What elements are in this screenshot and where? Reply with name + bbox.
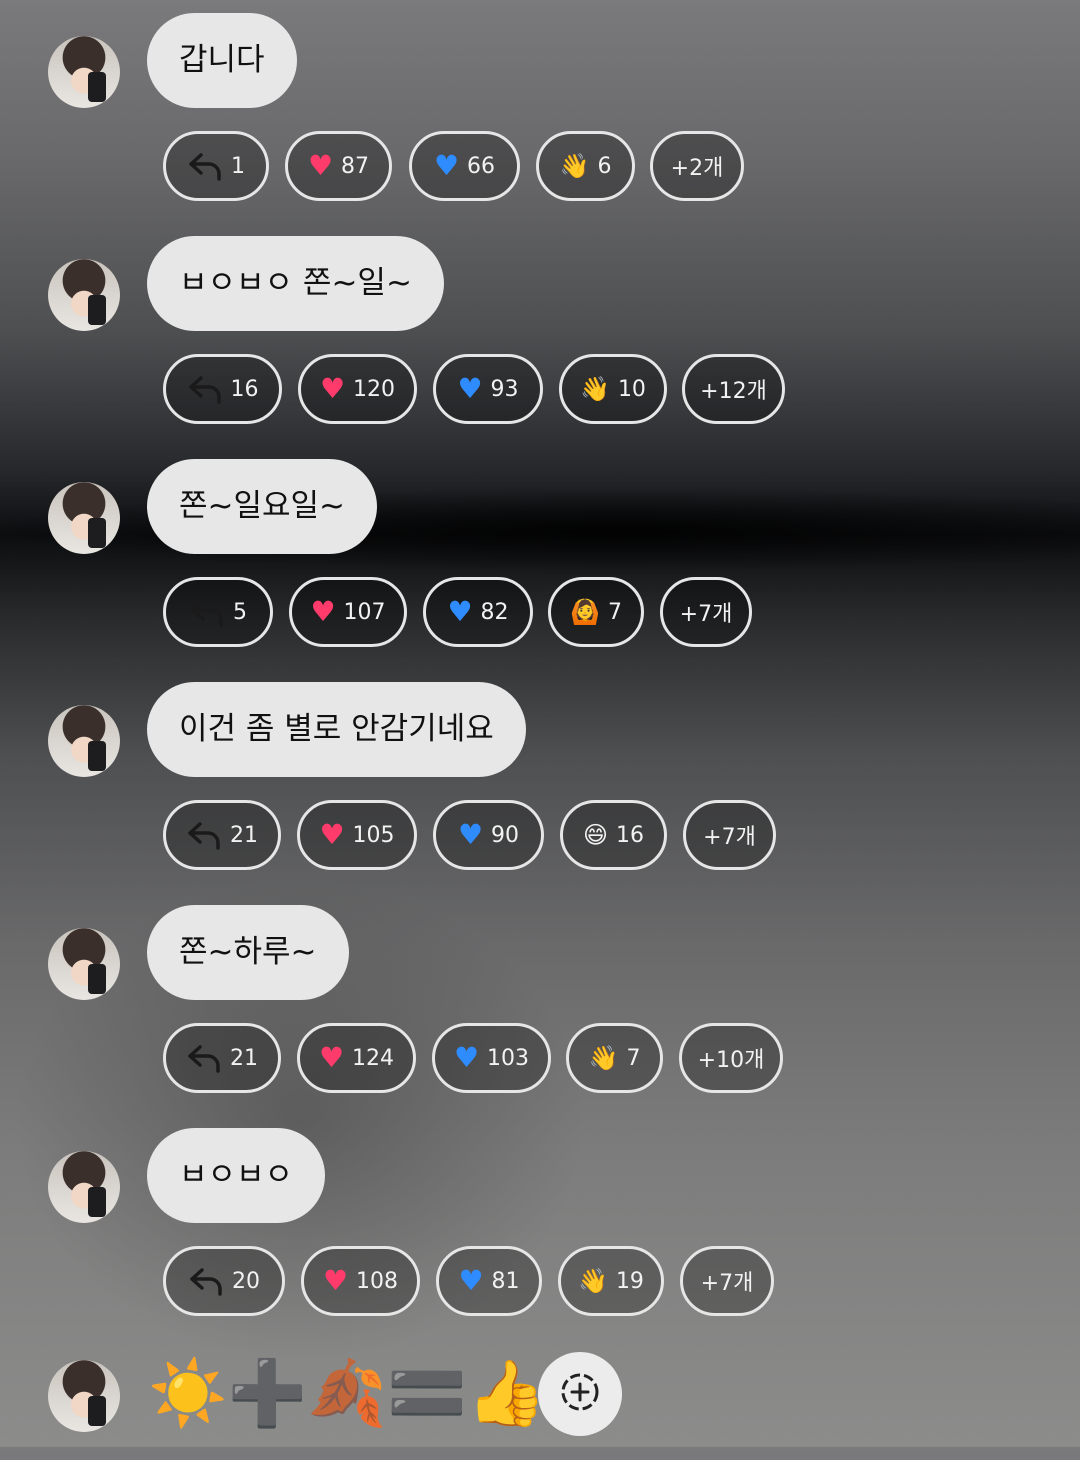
avatar[interactable]: [48, 705, 120, 777]
red-heart-icon: ♥: [319, 818, 345, 851]
more-reactions-button[interactable]: +7개: [660, 577, 752, 647]
reaction-red-heart[interactable]: ♥ 124: [297, 1023, 416, 1093]
message-bubble[interactable]: 쫀~하루~: [147, 905, 349, 1000]
reply-button[interactable]: 1: [163, 131, 269, 201]
reply-button[interactable]: 21: [163, 1023, 281, 1093]
red-heart-icon: ♥: [307, 149, 334, 182]
avatar[interactable]: [48, 1360, 120, 1432]
add-reaction-button[interactable]: [538, 1352, 622, 1436]
message-bubble[interactable]: ㅂㅇㅂㅇ: [147, 1128, 326, 1223]
blue-heart-icon: ♥: [453, 1041, 480, 1074]
reaction-blue-heart[interactable]: ♥ 90: [433, 800, 544, 870]
more-reactions-button[interactable]: +7개: [680, 1246, 774, 1316]
waving-hand-icon: 👋: [580, 375, 610, 403]
red-heart-icon: ♥: [319, 372, 346, 405]
reaction-blue-heart[interactable]: ♥ 81: [436, 1246, 542, 1316]
add-reaction-icon: [558, 1370, 602, 1418]
message-bubble[interactable]: 이건 좀 별로 안감기네요: [147, 682, 526, 777]
grinning-face-icon: 😄: [582, 821, 609, 849]
reaction-blue-heart[interactable]: ♥ 103: [432, 1023, 551, 1093]
reaction-red-heart[interactable]: ♥ 108: [301, 1246, 420, 1316]
red-heart-icon: ♥: [318, 1041, 345, 1074]
blue-heart-icon: ♥: [447, 595, 473, 628]
reaction-emoji[interactable]: 👋 6: [536, 131, 635, 201]
blue-heart-icon: ♥: [457, 372, 483, 405]
reaction-red-heart[interactable]: ♥ 120: [298, 354, 417, 424]
message-bubble[interactable]: ㅂㅇㅂㅇ 쫀~일~: [147, 236, 444, 331]
reply-button[interactable]: 21: [163, 800, 281, 870]
reply-arrow-icon: [188, 1266, 224, 1296]
more-reactions-button[interactable]: +7개: [683, 800, 776, 870]
reaction-red-heart[interactable]: ♥ 107: [289, 577, 407, 647]
emoji-message[interactable]: ☀️➕🍂🟰👍: [148, 1356, 546, 1432]
reaction-blue-heart[interactable]: ♥ 66: [409, 131, 520, 201]
blue-heart-icon: ♥: [433, 149, 460, 182]
message-bubble[interactable]: 쫀~일요일~: [147, 459, 378, 554]
more-reactions-button[interactable]: +12개: [682, 354, 785, 424]
reply-button[interactable]: 20: [163, 1246, 285, 1316]
message-bubble[interactable]: 갑니다: [147, 13, 297, 108]
reply-button[interactable]: 16: [163, 354, 282, 424]
red-heart-icon: ♥: [322, 1264, 349, 1297]
reaction-emoji[interactable]: 👋 19: [558, 1246, 664, 1316]
reaction-blue-heart[interactable]: ♥ 82: [423, 577, 533, 647]
reply-arrow-icon: [187, 151, 223, 181]
avatar[interactable]: [48, 259, 120, 331]
reaction-emoji[interactable]: 👋 10: [559, 354, 667, 424]
reaction-emoji[interactable]: 😄 16: [560, 800, 667, 870]
blue-heart-icon: ♥: [458, 1264, 484, 1297]
reaction-red-heart[interactable]: ♥ 105: [297, 800, 417, 870]
avatar[interactable]: [48, 1151, 120, 1223]
reply-arrow-icon: [189, 597, 225, 627]
avatar[interactable]: [48, 482, 120, 554]
waving-hand-icon: 👋: [578, 1267, 608, 1295]
avatar[interactable]: [48, 36, 120, 108]
waving-hand-icon: 👋: [588, 1044, 619, 1072]
reply-arrow-icon: [187, 374, 223, 404]
reaction-blue-heart[interactable]: ♥ 93: [433, 354, 543, 424]
reaction-red-heart[interactable]: ♥ 87: [285, 131, 392, 201]
red-heart-icon: ♥: [310, 595, 336, 628]
reply-arrow-icon: [186, 820, 222, 850]
blue-heart-icon: ♥: [457, 818, 484, 851]
reply-button[interactable]: 5: [163, 577, 273, 647]
waving-hand-icon: 👋: [559, 152, 590, 180]
more-reactions-button[interactable]: +10개: [679, 1023, 783, 1093]
avatar[interactable]: [48, 928, 120, 1000]
person-heart-hands-icon: 🙆: [570, 598, 600, 626]
reaction-emoji[interactable]: 👋 7: [566, 1023, 663, 1093]
reply-arrow-icon: [186, 1043, 222, 1073]
reaction-emoji[interactable]: 🙆 7: [548, 577, 644, 647]
more-reactions-button[interactable]: +2개: [650, 131, 744, 201]
